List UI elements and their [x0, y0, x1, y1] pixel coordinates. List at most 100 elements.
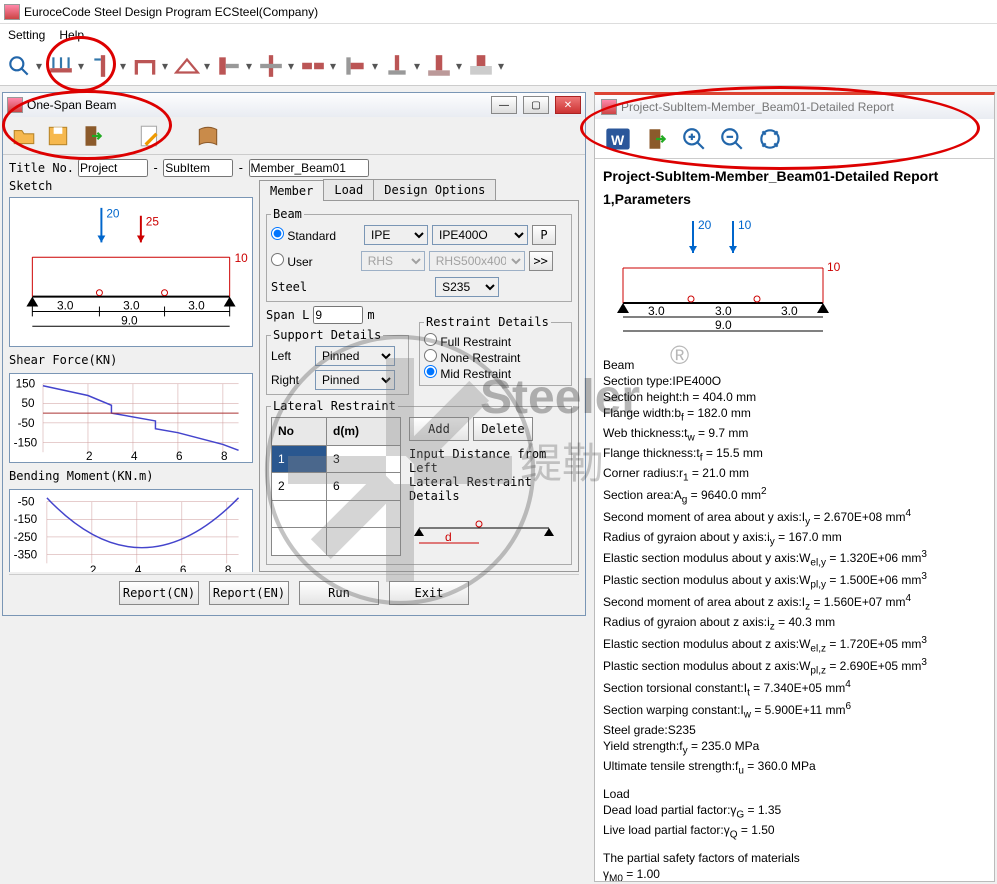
tb-connection2-icon[interactable] [256, 51, 286, 81]
menu-setting[interactable]: Setting [8, 28, 45, 42]
report-line: Dead load partial factor:γG = 1.35 [603, 802, 986, 822]
word-export-icon[interactable]: W [603, 124, 633, 154]
exit-door-icon[interactable] [641, 124, 671, 154]
menu-help[interactable]: Help [59, 28, 84, 42]
report-body[interactable]: Project-SubItem-Member_Beam01-Detailed R… [595, 159, 994, 881]
tb-baseplate1-icon[interactable] [382, 51, 412, 81]
report-window: Project-SubItem-Member_Beam01-Detailed R… [594, 92, 995, 882]
svg-text:10: 10 [827, 260, 841, 274]
zoom-in-icon[interactable] [679, 124, 709, 154]
chevron-down-icon[interactable]: ▾ [454, 51, 464, 81]
workspace: One-Span Beam — ▢ ✕ Title No. - - [0, 90, 997, 884]
chevron-down-icon[interactable]: ▾ [76, 51, 86, 81]
chevron-down-icon[interactable]: ▾ [160, 51, 170, 81]
report-en-button[interactable]: Report(EN) [209, 581, 289, 605]
open-icon[interactable] [9, 121, 39, 151]
svg-text:3.0: 3.0 [648, 304, 665, 318]
report-line: Corner radius:r1 = 21.0 mm [603, 465, 986, 485]
more-button[interactable]: >> [529, 251, 553, 271]
chevron-down-icon[interactable]: ▾ [496, 51, 506, 81]
support-fieldset: Support Details LeftPinned RightPinned [266, 328, 409, 395]
svg-text:20: 20 [106, 207, 120, 221]
support-left-select[interactable]: Pinned [315, 346, 395, 366]
tb-splice-icon[interactable] [298, 51, 328, 81]
svg-text:50: 50 [21, 397, 35, 410]
tb-connection1-icon[interactable] [214, 51, 244, 81]
exit-button[interactable]: Exit [389, 581, 469, 605]
radio-mid[interactable]: Mid Restraint [424, 365, 511, 381]
radio-standard[interactable]: Standard [271, 227, 336, 243]
tb-column-icon[interactable] [88, 51, 118, 81]
minimize-button[interactable]: — [491, 96, 517, 114]
save-icon[interactable] [43, 121, 73, 151]
add-button[interactable]: Add [409, 417, 469, 441]
tb-anchor-icon[interactable] [466, 51, 496, 81]
svg-text:4: 4 [131, 450, 138, 462]
report-line: Elastic section modulus about z axis:Wel… [603, 634, 986, 656]
tb-findsection-icon[interactable] [4, 51, 34, 81]
close-button[interactable]: ✕ [555, 96, 581, 114]
chevron-down-icon[interactable]: ▾ [244, 51, 254, 81]
steel-select[interactable]: S235 [435, 277, 499, 297]
svg-text:3.0: 3.0 [781, 304, 798, 318]
project-field[interactable] [78, 159, 148, 177]
chevron-down-icon[interactable]: ▾ [202, 51, 212, 81]
report-heading: Project-SubItem-Member_Beam01-Detailed R… [603, 167, 986, 186]
exit-door-icon[interactable] [77, 121, 107, 151]
tb-endplate-icon[interactable] [340, 51, 370, 81]
svg-text:9.0: 9.0 [121, 313, 138, 327]
svg-text:9.0: 9.0 [715, 318, 732, 332]
section-family-select[interactable]: IPE [364, 225, 428, 245]
tb-frame-icon[interactable] [130, 51, 160, 81]
report-line: Plastic section modulus about z axis:Wpl… [603, 656, 986, 678]
tb-truss-icon[interactable] [172, 51, 202, 81]
svg-text:6: 6 [180, 564, 187, 572]
window-title: One-Span Beam [27, 98, 116, 112]
book-icon[interactable] [193, 121, 223, 151]
psf-header: The partial safety factors of materials [603, 850, 986, 866]
app-titlebar: EuroceCode Steel Design Program ECSteel(… [0, 0, 997, 24]
maximize-button[interactable]: ▢ [523, 96, 549, 114]
chevron-down-icon[interactable]: ▾ [412, 51, 422, 81]
subitem-field[interactable] [163, 159, 233, 177]
report-line: Web thickness:tw = 9.7 mm [603, 425, 986, 445]
zoom-fit-icon[interactable] [755, 124, 785, 154]
steel-label: Steel [271, 280, 307, 294]
radio-full[interactable]: Full Restraint [424, 333, 511, 349]
chevron-down-icon[interactable]: ▾ [328, 51, 338, 81]
lateral-table[interactable]: Nod(m) 13 26 [271, 417, 401, 556]
section-size-select[interactable]: IPE400O [432, 225, 528, 245]
tab-load[interactable]: Load [323, 179, 374, 200]
zoom-out-icon[interactable] [717, 124, 747, 154]
chevron-down-icon[interactable]: ▾ [34, 51, 44, 81]
chevron-down-icon[interactable]: ▾ [118, 51, 128, 81]
chevron-down-icon[interactable]: ▾ [286, 51, 296, 81]
p-button[interactable]: P [532, 225, 556, 245]
app-icon [4, 4, 20, 20]
user-family-select[interactable]: RHS [361, 251, 425, 271]
report-line: Section type:IPE400O [603, 373, 986, 389]
load-header: Load [603, 786, 986, 802]
radio-user[interactable]: User [271, 253, 313, 269]
svg-text:-50: -50 [18, 417, 35, 430]
report-cn-button[interactable]: Report(CN) [119, 581, 199, 605]
run-button[interactable]: Run [299, 581, 379, 605]
tb-onespan-beam-icon[interactable] [46, 51, 76, 81]
report-line: Second moment of area about y axis:Iy = … [603, 507, 986, 529]
tb-baseplate2-icon[interactable] [424, 51, 454, 81]
support-right-select[interactable]: Pinned [315, 370, 395, 390]
radio-none[interactable]: None Restraint [424, 349, 520, 365]
span-label: Span L [266, 308, 309, 322]
window-icon [7, 97, 23, 113]
span-input[interactable] [313, 306, 363, 324]
chevron-down-icon[interactable]: ▾ [370, 51, 380, 81]
svg-text:150: 150 [16, 378, 36, 391]
tab-member[interactable]: Member [259, 180, 324, 201]
edit-icon[interactable] [135, 121, 165, 151]
tab-design[interactable]: Design Options [373, 179, 496, 200]
svg-text:10: 10 [235, 251, 249, 265]
watermark-r: ® [670, 340, 689, 371]
beam-header: Beam [603, 357, 986, 373]
member-field[interactable] [249, 159, 369, 177]
user-size-select[interactable]: RHS500x400x12.5 [429, 251, 525, 271]
